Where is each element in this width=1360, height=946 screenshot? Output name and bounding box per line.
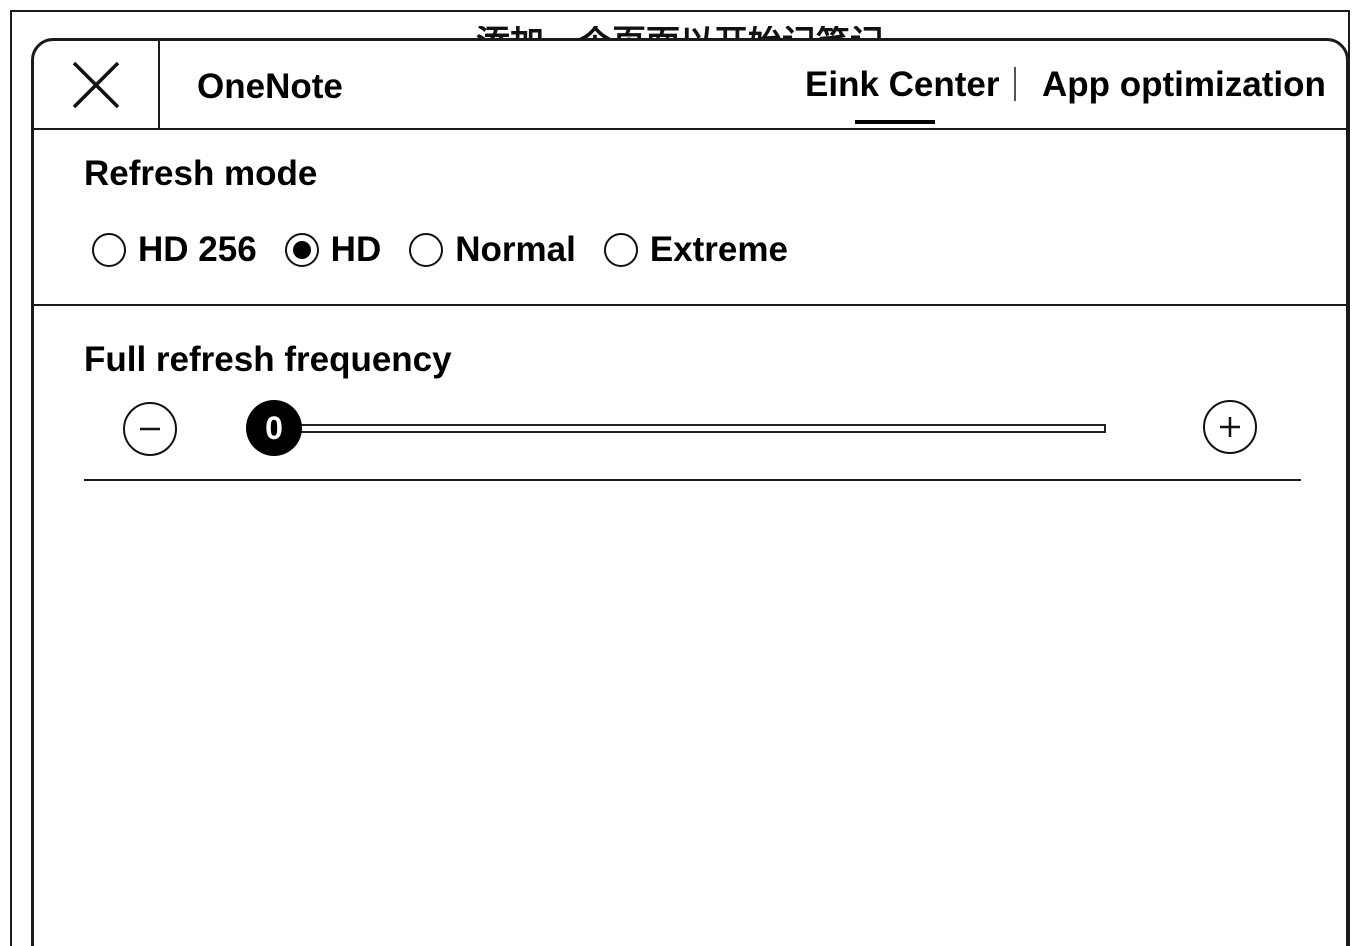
- tab-eink-center-label: Eink Center: [805, 65, 1000, 104]
- tab-app-optimization[interactable]: App optimization: [1042, 65, 1326, 105]
- radio-label: Normal: [455, 230, 576, 269]
- radio-selected-dot: [292, 241, 311, 259]
- radio-label: HD 256: [138, 230, 257, 269]
- radio-normal[interactable]: Normal: [409, 230, 576, 270]
- plus-icon: [1220, 417, 1240, 437]
- active-tab-indicator: [855, 120, 935, 124]
- eink-center-dialog: OneNote Eink Center App optimization Ref…: [31, 38, 1349, 946]
- dialog-header: OneNote Eink Center App optimization: [34, 41, 1346, 130]
- radio-circle: [92, 233, 126, 267]
- tab-separator: [1014, 67, 1016, 101]
- increase-button[interactable]: [1203, 400, 1257, 454]
- section-divider: [84, 479, 1301, 481]
- radio-circle: [603, 233, 638, 267]
- screen: 添加一个页面以开始记笔记 OneNote Eink Center App opt…: [0, 0, 1360, 946]
- full-refresh-title: Full refresh frequency: [84, 340, 452, 379]
- refresh-mode-options: HD 256 HD Normal Extreme: [92, 230, 816, 270]
- refresh-mode-title: Refresh mode: [84, 154, 318, 193]
- radio-circle: [409, 233, 444, 267]
- radio-label: Extreme: [649, 230, 788, 269]
- app-name: OneNote: [197, 67, 343, 106]
- minus-icon: [140, 427, 160, 431]
- refresh-mode-section: Refresh mode HD 256 HD Normal Extreme: [34, 128, 1346, 306]
- tab-app-optimization-label: App optimization: [1042, 65, 1326, 104]
- close-icon: [72, 61, 120, 108]
- radio-extreme[interactable]: Extreme: [603, 230, 788, 270]
- close-button[interactable]: [34, 41, 160, 128]
- refresh-frequency-slider-row: 0: [34, 400, 1346, 462]
- refresh-frequency-slider-thumb[interactable]: 0: [246, 400, 302, 456]
- radio-label: HD: [330, 230, 382, 269]
- decrease-button[interactable]: [123, 402, 177, 456]
- radio-hd256[interactable]: HD 256: [92, 230, 257, 270]
- radio-hd[interactable]: HD: [284, 230, 382, 270]
- full-refresh-section: Full refresh frequency 0: [34, 306, 1346, 486]
- tab-eink-center[interactable]: Eink Center: [805, 65, 1000, 124]
- refresh-frequency-slider-track[interactable]: [274, 424, 1106, 433]
- radio-circle-selected: [284, 233, 319, 267]
